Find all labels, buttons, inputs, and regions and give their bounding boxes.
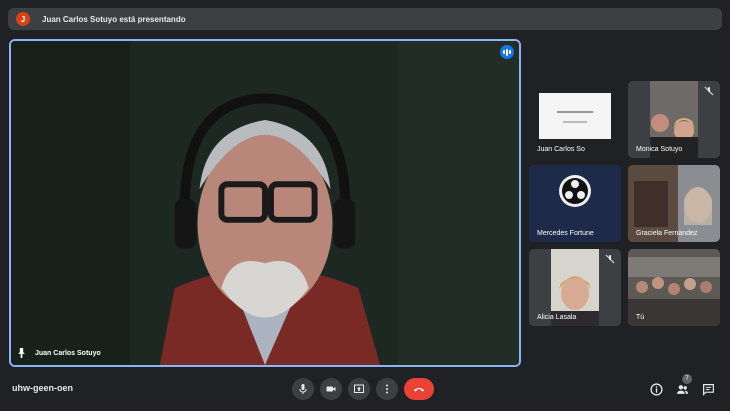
participant-name: Juan Carlos So [537,146,585,153]
participant-name: Alicia Lasala [537,314,577,321]
presenter-avatar: J [16,12,30,26]
more-options-icon [386,384,388,394]
present-screen-button[interactable] [348,378,370,400]
participant-tile[interactable]: Alicia Lasala [529,249,621,326]
participant-tile[interactable]: Graciela Fernandez [628,165,720,242]
main-video-tile[interactable]: Juan Carlos Sotuyo [9,39,521,367]
present-screen-icon [354,384,364,393]
participant-tile[interactable]: Monica Sotuyo [628,81,720,158]
participant-tile[interactable]: Mercedes Fortune [529,165,621,242]
audio-wave-icon [500,45,514,59]
end-call-icon [414,388,424,392]
camera-button[interactable] [320,378,342,400]
participant-name: Monica Sotuyo [636,146,683,153]
presenting-banner: J Juan Carlos Sotuyo está presentando [8,8,722,30]
info-icon [649,382,663,396]
participant-count-badge: 7 [682,374,692,384]
participant-name: Mercedes Fortune [537,230,594,237]
mic-off-icon [704,86,714,96]
main-video-feed [11,41,519,365]
meeting-code: uhw-geen-oen [12,383,73,393]
end-call-button[interactable] [404,378,434,400]
participant-tile-self[interactable]: Tú [628,249,720,326]
participant-name: Graciela Fernandez [636,230,698,237]
main-participant-name: Juan Carlos Sotuyo [35,350,101,357]
participant-name: Tú [636,314,645,321]
mic-off-icon [605,254,615,264]
presenting-text: Juan Carlos Sotuyo está presentando [42,14,186,24]
people-icon [676,384,688,394]
microphone-button[interactable] [292,378,314,400]
meeting-details-button[interactable] [648,381,664,397]
pin-icon[interactable] [17,348,26,358]
microphone-icon [299,384,307,394]
camera-icon [326,386,336,392]
more-options-button[interactable] [376,378,398,400]
participant-tile[interactable]: Juan Carlos So [529,81,621,158]
chat-button[interactable] [700,381,716,397]
chat-icon [702,383,714,396]
